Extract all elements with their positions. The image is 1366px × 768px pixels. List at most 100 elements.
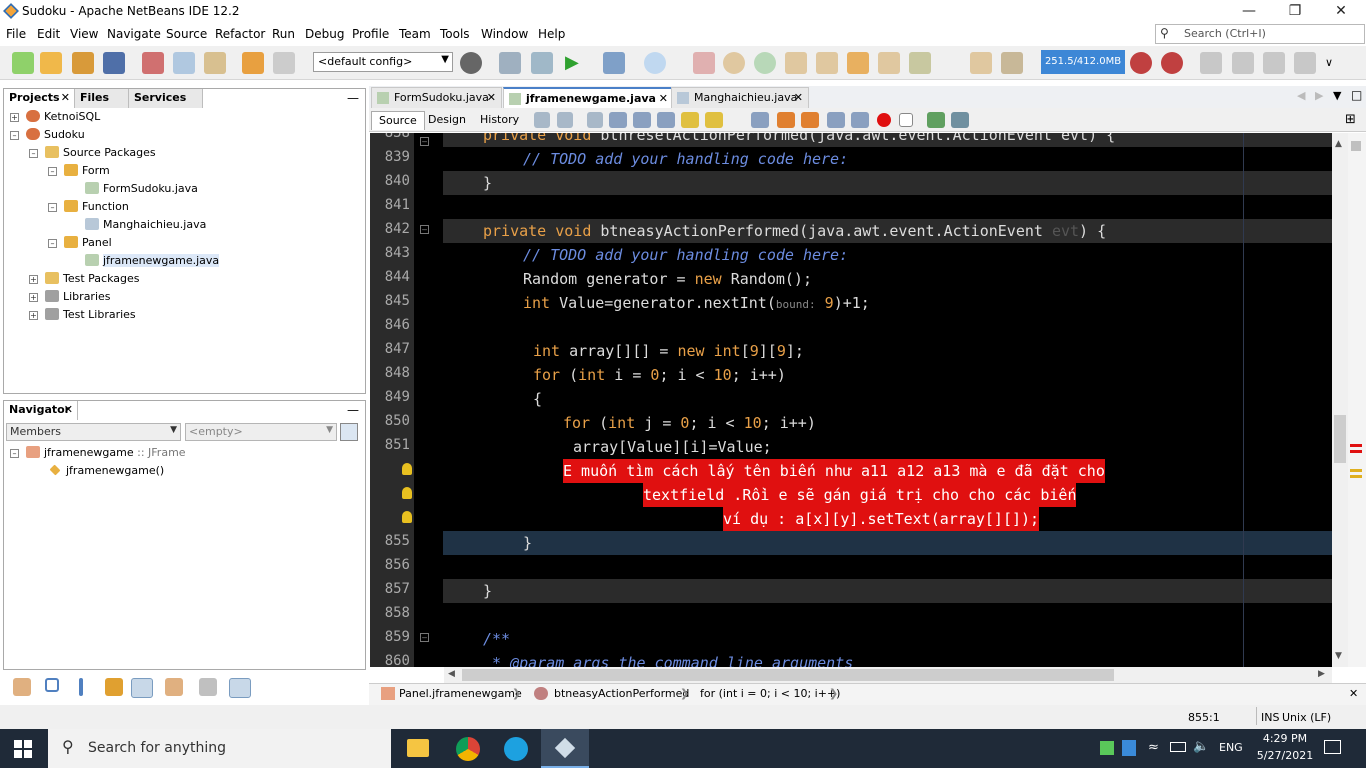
menu-navigate[interactable]: Navigate: [107, 27, 161, 41]
menu-edit[interactable]: Edit: [37, 27, 60, 41]
tab-list-icon[interactable]: ▼: [1333, 89, 1341, 102]
tree-source-packages[interactable]: Source Packages: [45, 145, 156, 161]
snapshot-icon[interactable]: [1001, 52, 1023, 74]
menu-window[interactable]: Window: [481, 27, 528, 41]
next-bookmark-icon[interactable]: [777, 112, 795, 128]
config-select[interactable]: <default config> ▼: [313, 52, 453, 72]
clean-build-icon[interactable]: [531, 52, 553, 74]
scrollbar-thumb[interactable]: [462, 669, 1114, 681]
step-into-icon[interactable]: [816, 52, 838, 74]
tree-test-packages[interactable]: Test Packages: [45, 271, 139, 287]
maximize-button[interactable]: ❐: [1272, 0, 1318, 24]
build-hammer-icon[interactable]: [499, 52, 521, 74]
menu-profile[interactable]: Profile: [352, 27, 389, 41]
filter-class-icon[interactable]: [131, 678, 153, 698]
navigator-constructor[interactable]: jframenewgame(): [48, 463, 164, 479]
hint-bulb-icon[interactable]: [402, 511, 412, 523]
menu-file[interactable]: File: [6, 27, 26, 41]
fold-icon[interactable]: –: [420, 225, 429, 234]
chrome-icon[interactable]: [456, 737, 480, 761]
battery-icon[interactable]: [1170, 742, 1186, 752]
forward-icon[interactable]: [587, 112, 603, 128]
tab-history[interactable]: History: [473, 111, 526, 130]
error-mark[interactable]: [1350, 444, 1362, 447]
menu-tools[interactable]: Tools: [440, 27, 470, 41]
redo-icon[interactable]: [273, 52, 295, 74]
warning-mark[interactable]: [1350, 475, 1362, 478]
undo-icon[interactable]: [242, 52, 264, 74]
fold-icon[interactable]: –: [420, 137, 429, 146]
tree-test-libraries[interactable]: Test Libraries: [45, 307, 136, 323]
take-snapshot-icon[interactable]: [970, 52, 992, 74]
expand-icon[interactable]: +: [29, 311, 38, 320]
scroll-left-icon[interactable]: ◀: [448, 669, 455, 679]
notifications-icon[interactable]: [1324, 740, 1341, 754]
shift-right-icon[interactable]: [851, 112, 869, 128]
edge-icon[interactable]: [504, 737, 528, 761]
panel-icon-3[interactable]: [1263, 52, 1285, 74]
filter-select[interactable]: <empty> ▼: [185, 423, 337, 441]
record-macro-icon[interactable]: [877, 113, 891, 127]
profile-gc-icon[interactable]: [1161, 52, 1183, 74]
close-icon[interactable]: ✕: [1349, 687, 1358, 700]
step-out-icon[interactable]: [847, 52, 869, 74]
maximize-editor-icon[interactable]: □: [1351, 88, 1362, 102]
close-icon[interactable]: ✕: [659, 89, 668, 109]
new-project-icon[interactable]: [40, 52, 62, 74]
breadcrumb-item[interactable]: btneasyActionPerformed: [554, 687, 689, 700]
tab-services[interactable]: Services: [129, 89, 203, 108]
uncomment-icon[interactable]: [951, 112, 969, 128]
minimize-panel-icon[interactable]: —: [347, 403, 359, 417]
tree-file-jframenewgame[interactable]: jframenewgame.java: [85, 253, 220, 269]
open-project-icon[interactable]: [72, 52, 94, 74]
menu-refactor[interactable]: Refactor: [215, 27, 265, 41]
expand-icon[interactable]: +: [29, 293, 38, 302]
filter-fields-icon[interactable]: [45, 678, 59, 692]
close-icon[interactable]: ✕: [61, 89, 70, 107]
tree-project-sudoku[interactable]: Sudoku: [26, 127, 85, 143]
wifi-icon[interactable]: ≈: [1148, 740, 1159, 755]
menu-debug[interactable]: Debug: [305, 27, 344, 41]
tree-project-ketnoisql[interactable]: KetnoiSQL: [26, 109, 100, 125]
stop-macro-icon[interactable]: [899, 113, 913, 127]
collapse-icon[interactable]: –: [48, 203, 57, 212]
gc-icon[interactable]: [1130, 52, 1152, 74]
paste-icon[interactable]: [204, 52, 226, 74]
toolbar-overflow-icon[interactable]: ∨: [1318, 52, 1340, 74]
tab-projects[interactable]: Projects ✕: [4, 89, 75, 108]
menu-view[interactable]: View: [70, 27, 98, 41]
members-select[interactable]: Members ▼: [6, 423, 181, 441]
tree-package-function[interactable]: Function: [64, 199, 129, 215]
run-to-cursor-icon[interactable]: [878, 52, 900, 74]
error-mark[interactable]: [1350, 450, 1362, 453]
find-icon[interactable]: [609, 112, 627, 128]
language-indicator[interactable]: ENG: [1219, 741, 1243, 754]
collapse-icon[interactable]: –: [10, 131, 19, 140]
fold-icon[interactable]: –: [420, 633, 429, 642]
scroll-right-icon[interactable]: ▶: [1318, 669, 1325, 679]
tree-package-form[interactable]: Form: [64, 163, 110, 179]
copy-icon[interactable]: [173, 52, 195, 74]
prev-bookmark-icon[interactable]: [751, 112, 769, 128]
volume-icon[interactable]: 🔈: [1193, 739, 1209, 754]
taskbar-search[interactable]: ⚲ Search for anything: [48, 729, 391, 768]
run-icon[interactable]: ▶: [565, 52, 587, 74]
sort-name-icon[interactable]: [199, 678, 217, 696]
filters-icon[interactable]: [340, 423, 358, 441]
close-icon[interactable]: ✕: [487, 88, 496, 108]
file-explorer-icon[interactable]: [407, 739, 429, 757]
close-icon[interactable]: ✕: [794, 88, 803, 108]
tab-files[interactable]: Files: [75, 89, 129, 108]
panel-icon-4[interactable]: [1294, 52, 1316, 74]
search-input[interactable]: ⚲ Search (Ctrl+I): [1155, 24, 1365, 44]
scroll-tabs-right-icon[interactable]: ▶: [1315, 89, 1323, 102]
expand-icon[interactable]: +: [29, 275, 38, 284]
find-previous-icon[interactable]: [633, 112, 651, 128]
scroll-tabs-left-icon[interactable]: ◀: [1297, 89, 1305, 102]
close-icon[interactable]: ✕: [64, 401, 73, 419]
comment-icon[interactable]: [927, 112, 945, 128]
tray-app-icon[interactable]: [1122, 740, 1136, 756]
save-all-icon[interactable]: [103, 52, 125, 74]
hint-bulb-icon[interactable]: [402, 463, 412, 475]
navigator-class[interactable]: jframenewgame :: JFrame: [26, 445, 186, 461]
